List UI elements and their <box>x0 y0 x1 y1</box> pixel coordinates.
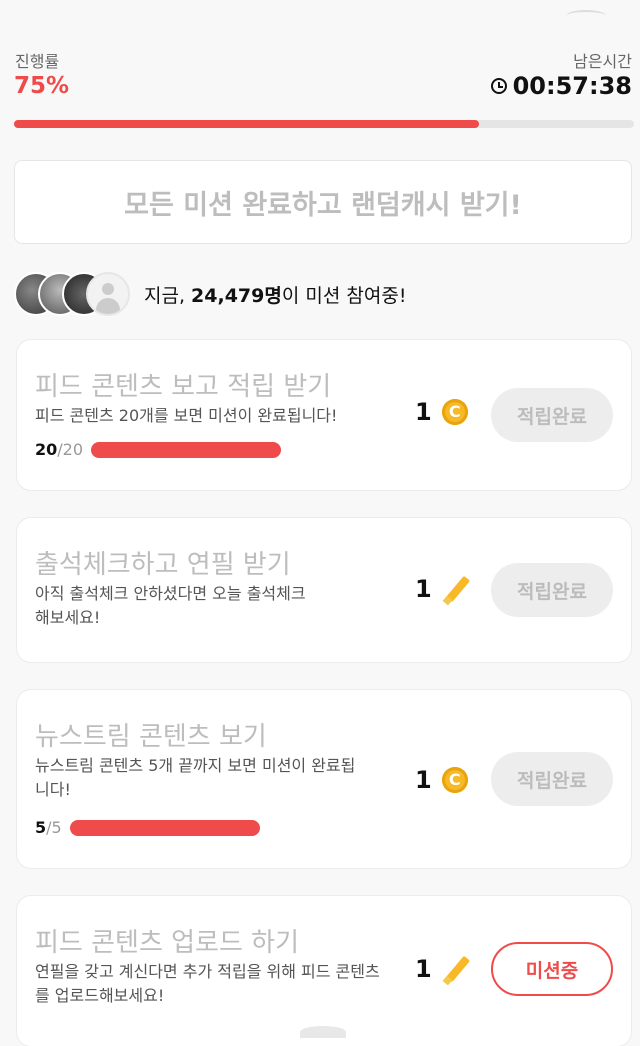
mission-progress: 20/20 <box>35 440 282 459</box>
progress-value: 75% <box>14 73 70 99</box>
reward-claimed-button[interactable]: 적립완료 <box>491 563 613 617</box>
time-remaining: 00:57:38 <box>490 72 632 100</box>
pencil-icon <box>442 574 472 604</box>
mission-description: 뉴스트림 콘텐츠 5개 끝까지 보면 미션이 완료됩니다! <box>35 756 356 799</box>
time-remaining-value: 00:57:38 <box>512 72 632 100</box>
time-remaining-label: 남은시간 <box>573 52 632 71</box>
coin-icon <box>441 399 468 425</box>
coin-icon <box>441 767 468 793</box>
mission-in-progress-button[interactable]: 미션중 <box>491 942 613 996</box>
pencil-icon <box>442 954 472 984</box>
mission-title: 뉴스트림 콘텐츠 보기 <box>35 722 267 752</box>
mission-reward: 1 <box>415 766 468 794</box>
mission-description: 연필을 갖고 계신다면 추가 적립을 위해 피드 콘텐츠를 업로드해보세요! <box>35 962 380 1005</box>
reward-amount: 1 <box>415 955 432 983</box>
mission-reward: 1 <box>415 398 468 426</box>
mission-reward: 1 <box>415 954 472 984</box>
participants-row: 지금, 24,479명이 미션 참여중! <box>14 272 406 316</box>
mission-card: 출석체크하고 연필 받기 아직 출석체크 안하셨다면 오늘 출석체크해보세요! … <box>17 518 631 662</box>
mission-title: 피드 콘텐츠 보고 적립 받기 <box>35 372 332 402</box>
reward-amount: 1 <box>415 398 432 426</box>
random-cash-banner[interactable]: 모든 미션 완료하고 랜덤캐시 받기! <box>14 160 632 244</box>
mission-progress-bar <box>91 441 282 458</box>
participants-count: 24,479명 <box>191 284 282 307</box>
mission-card: 뉴스트림 콘텐츠 보기 뉴스트림 콘텐츠 5개 끝까지 보면 미션이 완료됩니다… <box>17 690 631 868</box>
mission-card: 피드 콘텐츠 업로드 하기 연필을 갖고 계신다면 추가 적립을 위해 피드 콘… <box>17 896 631 1046</box>
mission-title: 출석체크하고 연필 받기 <box>35 550 291 580</box>
mission-progress-bar <box>69 819 260 836</box>
reward-claimed-button[interactable]: 적립완료 <box>491 752 613 806</box>
participants-text: 지금, 24,479명이 미션 참여중! <box>144 284 407 307</box>
overall-progress-bar <box>14 120 634 128</box>
mission-description: 피드 콘텐츠 20개를 보면 미션이 완료됩니다! <box>35 406 338 425</box>
overall-progress-fill <box>14 120 479 128</box>
reward-amount: 1 <box>415 766 432 794</box>
mission-reward: 1 <box>415 574 472 604</box>
mission-title: 피드 콘텐츠 업로드 하기 <box>35 928 299 958</box>
sheet-handle[interactable] <box>566 10 606 22</box>
reward-claimed-button[interactable]: 적립완료 <box>491 388 613 442</box>
mission-progress: 5/5 <box>35 818 260 837</box>
mission-description: 아직 출석체크 안하셨다면 오늘 출석체크해보세요! <box>35 584 306 627</box>
progress-label: 진행률 <box>15 52 60 71</box>
clock-icon <box>490 78 507 94</box>
user-placeholder-icon <box>86 272 130 316</box>
bottom-sheet-handle[interactable] <box>300 1026 346 1038</box>
reward-amount: 1 <box>415 575 432 603</box>
mission-card: 피드 콘텐츠 보고 적립 받기 피드 콘텐츠 20개를 보면 미션이 완료됩니다… <box>17 340 631 490</box>
